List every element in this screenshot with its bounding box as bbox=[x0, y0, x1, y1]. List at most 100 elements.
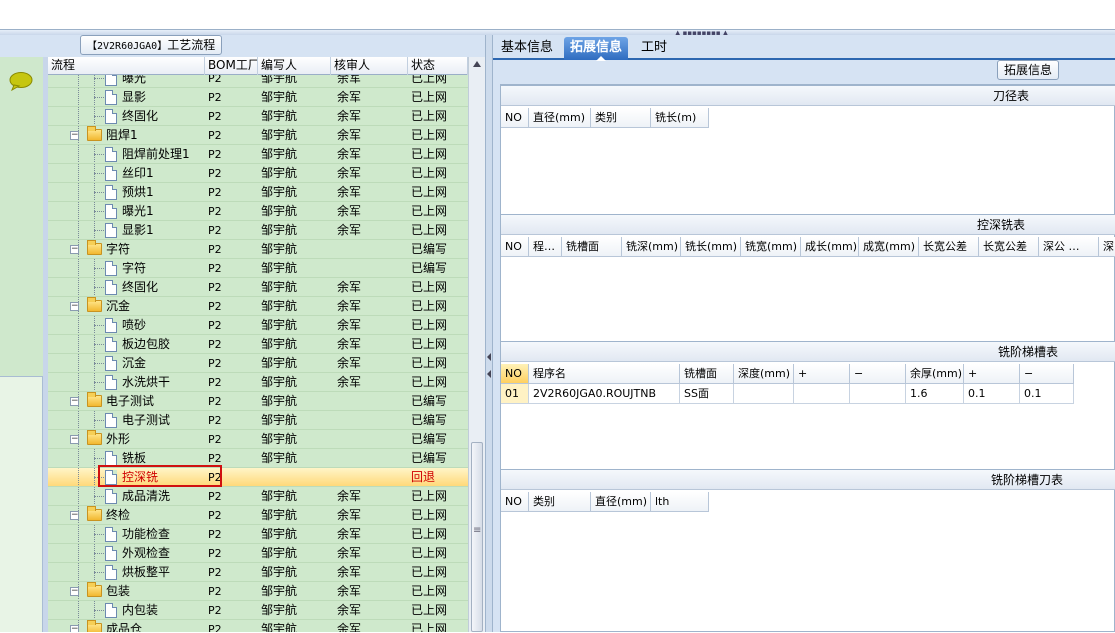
tree-row[interactable]: 沉金 P2 邹宇航 余军 已上网 bbox=[48, 354, 468, 373]
scrollbar-thumb[interactable] bbox=[471, 442, 483, 632]
tree-node[interactable]: 水洗烘干 bbox=[48, 373, 205, 391]
tree-row[interactable]: 丝印1 P2 邹宇航 余军 已上网 bbox=[48, 164, 468, 183]
column-header[interactable]: 深度(mm) bbox=[734, 364, 794, 384]
column-header[interactable]: + bbox=[794, 364, 850, 384]
table-cell[interactable] bbox=[850, 384, 906, 404]
tree-row[interactable]: − 字符 P2 邹宇航 已编写 bbox=[48, 240, 468, 259]
tree-node[interactable]: 铣板 bbox=[48, 449, 205, 467]
tab-work-hours[interactable]: 工时 bbox=[635, 37, 673, 60]
column-header[interactable]: 铣槽面 bbox=[562, 237, 622, 257]
column-header[interactable]: 直径(mm) bbox=[529, 108, 591, 128]
table-cell[interactable]: 0.1 bbox=[1020, 384, 1074, 404]
column-header[interactable]: lth bbox=[651, 492, 709, 512]
tree-row[interactable]: 显影1 P2 邹宇航 余军 已上网 bbox=[48, 221, 468, 240]
table-cell[interactable]: 2V2R60JGA0.ROUJTNB bbox=[529, 384, 680, 404]
column-header[interactable]: 铣宽(mm) bbox=[741, 237, 801, 257]
table-row[interactable]: 01 2V2R60JGA0.ROUJTNB SS面 1.6 0.1 0.1 bbox=[501, 384, 1074, 404]
chat-bubble-icon[interactable] bbox=[8, 71, 34, 91]
tree-node[interactable]: − 成品仓 bbox=[48, 620, 205, 632]
tree-node[interactable]: 字符 bbox=[48, 259, 205, 277]
table-cell[interactable]: 0.1 bbox=[964, 384, 1020, 404]
pane-splitter[interactable] bbox=[485, 35, 493, 632]
collapse-toggle-icon[interactable]: − bbox=[70, 245, 79, 254]
tree-row[interactable]: − 包装 P2 邹宇航 余军 已上网 bbox=[48, 582, 468, 601]
tree-node[interactable]: − 沉金 bbox=[48, 297, 205, 315]
collapse-toggle-icon[interactable]: − bbox=[70, 302, 79, 311]
tree-row[interactable]: 曝光1 P2 邹宇航 余军 已上网 bbox=[48, 202, 468, 221]
tree-node[interactable]: 沉金 bbox=[48, 354, 205, 372]
table-cell[interactable]: SS面 bbox=[680, 384, 734, 404]
tree-node[interactable]: − 阻焊1 bbox=[48, 126, 205, 144]
col-header-bom[interactable]: BOM工厂 bbox=[205, 57, 258, 75]
col-header-flow[interactable]: 流程 bbox=[48, 57, 205, 75]
table-cell[interactable]: 1.6 bbox=[906, 384, 964, 404]
tree-row[interactable]: − 成品仓 P2 邹宇航 余军 已上网 bbox=[48, 620, 468, 632]
collapse-toggle-icon[interactable]: − bbox=[70, 587, 79, 596]
tree-row[interactable]: 板边包胶 P2 邹宇航 余军 已上网 bbox=[48, 335, 468, 354]
tree-node[interactable]: − 外形 bbox=[48, 430, 205, 448]
col-header-reviewer[interactable]: 核审人 bbox=[331, 57, 408, 75]
tree-row[interactable]: 烘板整平 P2 邹宇航 余军 已上网 bbox=[48, 563, 468, 582]
tree-node[interactable]: 显影 bbox=[48, 88, 205, 106]
tree-row[interactable]: 水洗烘干 P2 邹宇航 余军 已上网 bbox=[48, 373, 468, 392]
tree-node[interactable]: 功能检查 bbox=[48, 525, 205, 543]
column-header[interactable]: 铣槽面 bbox=[680, 364, 734, 384]
column-header[interactable]: 类别 bbox=[529, 492, 591, 512]
tree-row[interactable]: − 阻焊1 P2 邹宇航 余军 已上网 bbox=[48, 126, 468, 145]
tree-node[interactable]: 阻焊前处理1 bbox=[48, 145, 205, 163]
tree-row[interactable]: 外观检查 P2 邹宇航 余军 已上网 bbox=[48, 544, 468, 563]
tree-row[interactable]: − 外形 P2 邹宇航 已编写 bbox=[48, 430, 468, 449]
table-cell[interactable] bbox=[794, 384, 850, 404]
column-header[interactable]: 铣长(m) bbox=[651, 108, 709, 128]
tree-node[interactable]: 烘板整平 bbox=[48, 563, 205, 581]
column-header[interactable]: 程… bbox=[529, 237, 562, 257]
tree-node[interactable]: 喷砂 bbox=[48, 316, 205, 334]
column-header[interactable]: 直径(mm) bbox=[591, 492, 651, 512]
column-header[interactable]: 铣深(mm) bbox=[622, 237, 681, 257]
column-header[interactable]: 深公 … bbox=[1039, 237, 1099, 257]
tree-row[interactable]: 终固化 P2 邹宇航 余军 已上网 bbox=[48, 278, 468, 297]
tree-node[interactable]: 终固化 bbox=[48, 107, 205, 125]
column-header[interactable]: 长宽公差 bbox=[919, 237, 979, 257]
collapse-toggle-icon[interactable]: − bbox=[70, 511, 79, 520]
tree-node[interactable]: − 电子测试 bbox=[48, 392, 205, 410]
column-header[interactable]: 长宽公差 bbox=[979, 237, 1039, 257]
tree-node[interactable]: 电子测试 bbox=[48, 411, 205, 429]
table-cell[interactable] bbox=[734, 384, 794, 404]
tree-node[interactable]: 控深铣 bbox=[48, 468, 205, 486]
column-header[interactable]: NO bbox=[501, 108, 529, 128]
tree-node[interactable]: 预烘1 bbox=[48, 183, 205, 201]
tree-row[interactable]: 阻焊前处理1 P2 邹宇航 余军 已上网 bbox=[48, 145, 468, 164]
collapse-toggle-icon[interactable]: − bbox=[70, 131, 79, 140]
column-header[interactable]: 余厚(mm) bbox=[906, 364, 964, 384]
tab-extended-info[interactable]: 拓展信息 bbox=[564, 37, 629, 61]
column-header[interactable]: NO bbox=[501, 364, 529, 384]
tree-node[interactable]: 成品清洗 bbox=[48, 487, 205, 505]
tree-row[interactable]: 功能检查 P2 邹宇航 余军 已上网 bbox=[48, 525, 468, 544]
column-header[interactable]: 程序名 bbox=[529, 364, 680, 384]
tree-node[interactable]: 板边包胶 bbox=[48, 335, 205, 353]
tree-node[interactable]: 显影1 bbox=[48, 221, 205, 239]
column-header[interactable]: 深 bbox=[1099, 237, 1115, 257]
col-header-status[interactable]: 状态 bbox=[408, 57, 468, 75]
tree-row[interactable]: 曝光 P2 邹宇航 余军 已上网 bbox=[48, 75, 468, 88]
tree-node[interactable]: − 字符 bbox=[48, 240, 205, 258]
tree-row[interactable]: 电子测试 P2 邹宇航 已编写 bbox=[48, 411, 468, 430]
tree-node[interactable]: − 包装 bbox=[48, 582, 205, 600]
column-header[interactable]: NO bbox=[501, 492, 529, 512]
tree-row[interactable]: 预烘1 P2 邹宇航 余军 已上网 bbox=[48, 183, 468, 202]
tree-row[interactable]: − 终检 P2 邹宇航 余军 已上网 bbox=[48, 506, 468, 525]
collapse-left-icon-2[interactable] bbox=[487, 370, 491, 378]
col-header-writer[interactable]: 编写人 bbox=[258, 57, 331, 75]
collapse-toggle-icon[interactable]: − bbox=[70, 397, 79, 406]
column-header[interactable]: 成宽(mm) bbox=[859, 237, 919, 257]
column-header[interactable]: 类别 bbox=[591, 108, 651, 128]
tree-row[interactable]: 铣板 P2 邹宇航 已编写 bbox=[48, 449, 468, 468]
tree-row[interactable]: 喷砂 P2 邹宇航 余军 已上网 bbox=[48, 316, 468, 335]
tree-node[interactable]: 外观检查 bbox=[48, 544, 205, 562]
tree-row[interactable]: 终固化 P2 邹宇航 余军 已上网 bbox=[48, 107, 468, 126]
column-header[interactable]: − bbox=[850, 364, 906, 384]
tree-row[interactable]: 显影 P2 邹宇航 余军 已上网 bbox=[48, 88, 468, 107]
table-cell[interactable]: 01 bbox=[501, 384, 529, 404]
collapse-toggle-icon[interactable]: − bbox=[70, 625, 79, 632]
